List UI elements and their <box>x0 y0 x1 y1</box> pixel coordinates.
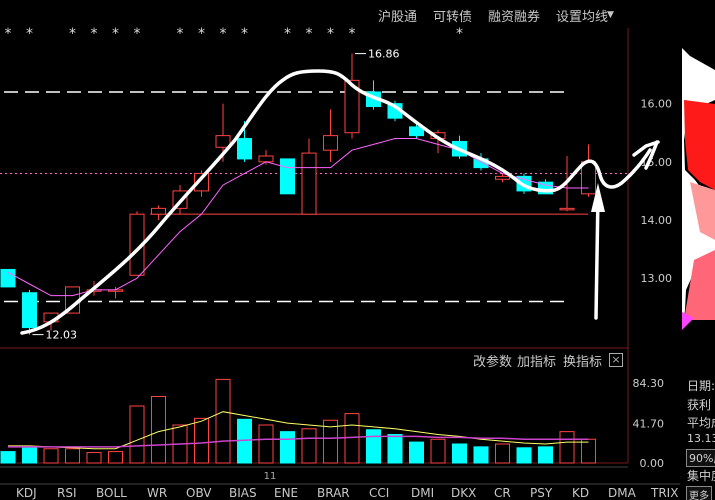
switch-indicator-button[interactable]: 换指标 <box>563 351 602 370</box>
tab-cci[interactable]: CCI <box>369 486 389 500</box>
indicator-bar <box>108 451 123 464</box>
candle <box>301 138 317 215</box>
chip-date-label: 日期: <box>687 379 715 393</box>
convertible-bond-link[interactable]: 可转债 <box>433 6 472 25</box>
tab-kdj[interactable]: KDJ <box>16 486 37 500</box>
indicator-bar <box>473 446 489 464</box>
chip-distribution-panel: 日期: 获利 平均成 13.13 90%成 集中度 更多 <box>680 0 715 500</box>
price-axis-tick: 13.00 <box>641 272 673 285</box>
price-axis-tick: 14.00 <box>641 214 673 227</box>
chip-90-percent-button[interactable]: 90%成 <box>686 449 715 467</box>
indicator-bar <box>430 438 446 464</box>
chip-profit-label: 获利 <box>687 398 712 412</box>
close-icon[interactable]: × <box>609 353 623 367</box>
signal-star-marker: * <box>456 26 463 42</box>
candle <box>344 53 360 139</box>
tab-psy[interactable]: PSY <box>530 486 552 500</box>
indicator-bar <box>129 405 145 464</box>
signal-star-marker: * <box>306 26 313 42</box>
tab-bias[interactable]: BIAS <box>229 486 257 500</box>
chip-avg-cost-label: 平均成 <box>687 416 715 430</box>
tab-dkx[interactable]: DKX <box>451 486 476 500</box>
candle <box>258 150 274 165</box>
margin-trading-link[interactable]: 融资融券 <box>488 6 540 25</box>
indicator-bar <box>559 431 575 464</box>
indicator-bar <box>65 448 80 464</box>
tab-rsi[interactable]: RSI <box>57 486 77 500</box>
candlestick-chart: 16.0015.0014.0013.00 16.8612.03* * * * * * * * *… <box>0 26 680 485</box>
ma-settings-link[interactable]: 设置均线 <box>556 6 608 25</box>
signal-star-marker: * <box>26 26 33 42</box>
indicator-toolbar: 改参数 加指标 换指标 <box>0 351 628 371</box>
max-price-label: 16.86 <box>368 48 400 61</box>
indicator-bar <box>581 438 596 464</box>
signal-star-marker: * <box>177 26 184 42</box>
chip-concentration-label: 集中度 <box>687 469 715 483</box>
indicator-bar <box>215 378 231 464</box>
indicator-bar <box>194 417 209 464</box>
tab-ene[interactable]: ENE <box>274 486 298 500</box>
tab-boll[interactable]: BOLL <box>96 486 127 500</box>
min-price-label: 12.03 <box>46 329 78 342</box>
tab-trix[interactable]: TRIX <box>651 486 678 500</box>
hand-drawn-annotation <box>20 69 660 335</box>
signal-star-marker: * <box>5 26 12 42</box>
indicator-axis-tick: 84.30 <box>633 377 665 390</box>
indicator-bar <box>538 446 553 464</box>
chip-avg-cost-value: 13.13 <box>687 432 715 445</box>
tab-dmi[interactable]: DMI <box>411 486 434 500</box>
indicator-bar <box>452 443 467 464</box>
tab-dma[interactable]: DMA <box>608 486 636 500</box>
indicator-bar <box>86 452 102 464</box>
scroll-position-label: 11 <box>264 471 277 482</box>
indicator-bar <box>258 424 274 464</box>
signal-star-marker: * <box>327 26 334 42</box>
change-params-button[interactable]: 改参数 <box>473 351 512 370</box>
indicator-bar <box>0 451 16 464</box>
indicator-bar <box>43 448 59 464</box>
indicator-bar <box>387 434 403 464</box>
indicator-bar <box>495 443 510 464</box>
signal-star-marker: * <box>69 26 76 42</box>
indicator-bar <box>366 429 381 464</box>
moving-average-line <box>7 138 589 297</box>
price-axis-tick: 16.00 <box>641 98 673 111</box>
signal-star-marker: * <box>112 26 119 42</box>
signal-star-marker: * <box>198 26 205 42</box>
hk-connect-link[interactable]: 沪股通 <box>378 6 417 25</box>
indicator-bar <box>409 441 424 464</box>
candle <box>0 268 16 288</box>
more-button[interactable]: 更多 <box>686 486 712 500</box>
indicator-bar <box>22 446 37 464</box>
indicator-bar <box>301 428 317 464</box>
signal-star-marker: * <box>91 26 98 42</box>
signal-star-marker: * <box>349 26 356 42</box>
indicator-bar <box>151 396 166 464</box>
indicator-axis-tick: 0.00 <box>640 457 665 470</box>
indicator-bar <box>516 447 532 464</box>
candle <box>151 205 166 220</box>
indicator-bar <box>280 431 295 464</box>
tab-kd[interactable]: KD <box>572 486 589 500</box>
signal-star-marker: * <box>134 26 141 42</box>
candle <box>280 158 295 195</box>
tab-obv[interactable]: OBV <box>186 486 212 500</box>
indicator-axis-tick: 41.70 <box>633 417 665 430</box>
top-toolbar: 沪股通 可转债 融资融券 设置均线 ▼ <box>0 0 628 28</box>
signal-star-marker: * <box>241 26 248 42</box>
chip-distribution-chart <box>682 48 715 330</box>
add-indicator-button[interactable]: 加指标 <box>517 351 556 370</box>
candle <box>581 144 596 197</box>
caret-down-icon[interactable]: ▼ <box>607 10 614 20</box>
tab-brar[interactable]: BRAR <box>317 486 350 500</box>
indicator-tabs: KDJ RSI BOLL WR OBV BIAS ENE BRAR CCI DM… <box>0 485 715 500</box>
candle <box>108 286 123 299</box>
tab-wr[interactable]: WR <box>147 486 167 500</box>
tab-cr[interactable]: CR <box>494 486 511 500</box>
candle <box>22 289 37 335</box>
candle <box>323 109 338 162</box>
signal-star-marker: * <box>220 26 227 42</box>
indicator-line-1 <box>8 411 589 450</box>
signal-star-marker: * <box>284 26 291 42</box>
